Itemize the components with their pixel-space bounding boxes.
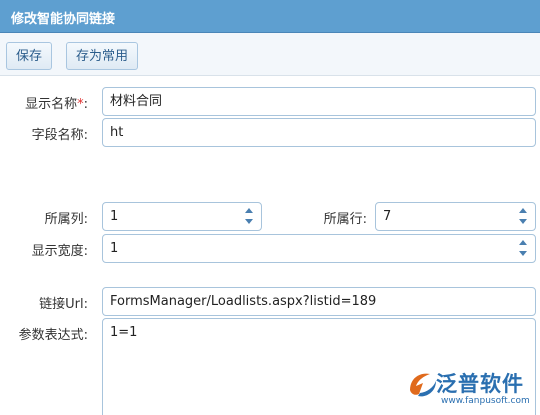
row-stepper[interactable]: 7 xyxy=(375,202,536,231)
column-spinner[interactable] xyxy=(245,206,255,227)
display-width-spinner[interactable] xyxy=(519,238,529,259)
param-expression-label: 参数表达式: xyxy=(18,328,88,343)
field-name-label: 字段名称: xyxy=(31,128,88,143)
display-name-input[interactable]: 材料合同 xyxy=(102,87,536,116)
row-label: 所属行: xyxy=(323,212,367,227)
spin-up-icon[interactable] xyxy=(519,240,527,245)
link-url-input[interactable]: FormsManager/Loadlists.aspx?listid=189 xyxy=(102,287,536,316)
watermark-brand: 泛普软件 xyxy=(436,372,524,396)
save-as-common-button[interactable]: 存为常用 xyxy=(66,42,139,70)
save-button[interactable]: 保存 xyxy=(6,42,53,70)
spin-up-icon[interactable] xyxy=(245,208,253,213)
display-width-value: 1 xyxy=(110,241,119,256)
spin-down-icon[interactable] xyxy=(519,251,527,256)
dialog-title: 修改智能协同链接 xyxy=(11,12,116,27)
fanpu-logo-icon xyxy=(410,373,436,397)
watermark-url: www.fanpusoft.com xyxy=(441,396,530,406)
link-url-label: 链接Url: xyxy=(39,297,88,312)
column-label: 所属列: xyxy=(44,212,88,227)
spin-up-icon[interactable] xyxy=(519,208,527,213)
spin-down-icon[interactable] xyxy=(519,219,527,224)
display-width-stepper[interactable]: 1 xyxy=(102,234,536,263)
display-width-label: 显示宽度: xyxy=(31,244,88,259)
dialog-titlebar: 修改智能协同链接 xyxy=(0,0,540,33)
display-name-label: 显示名称*: xyxy=(25,97,88,112)
toolbar: 保存 存为常用 xyxy=(0,33,540,76)
row-spinner[interactable] xyxy=(519,206,529,227)
row-value: 7 xyxy=(383,209,392,224)
fanpu-watermark: 泛普软件 www.fanpusoft.com xyxy=(404,364,540,415)
field-name-input[interactable]: ht xyxy=(102,118,536,147)
column-stepper[interactable]: 1 xyxy=(102,202,262,231)
column-value: 1 xyxy=(110,209,119,224)
spin-down-icon[interactable] xyxy=(245,219,253,224)
